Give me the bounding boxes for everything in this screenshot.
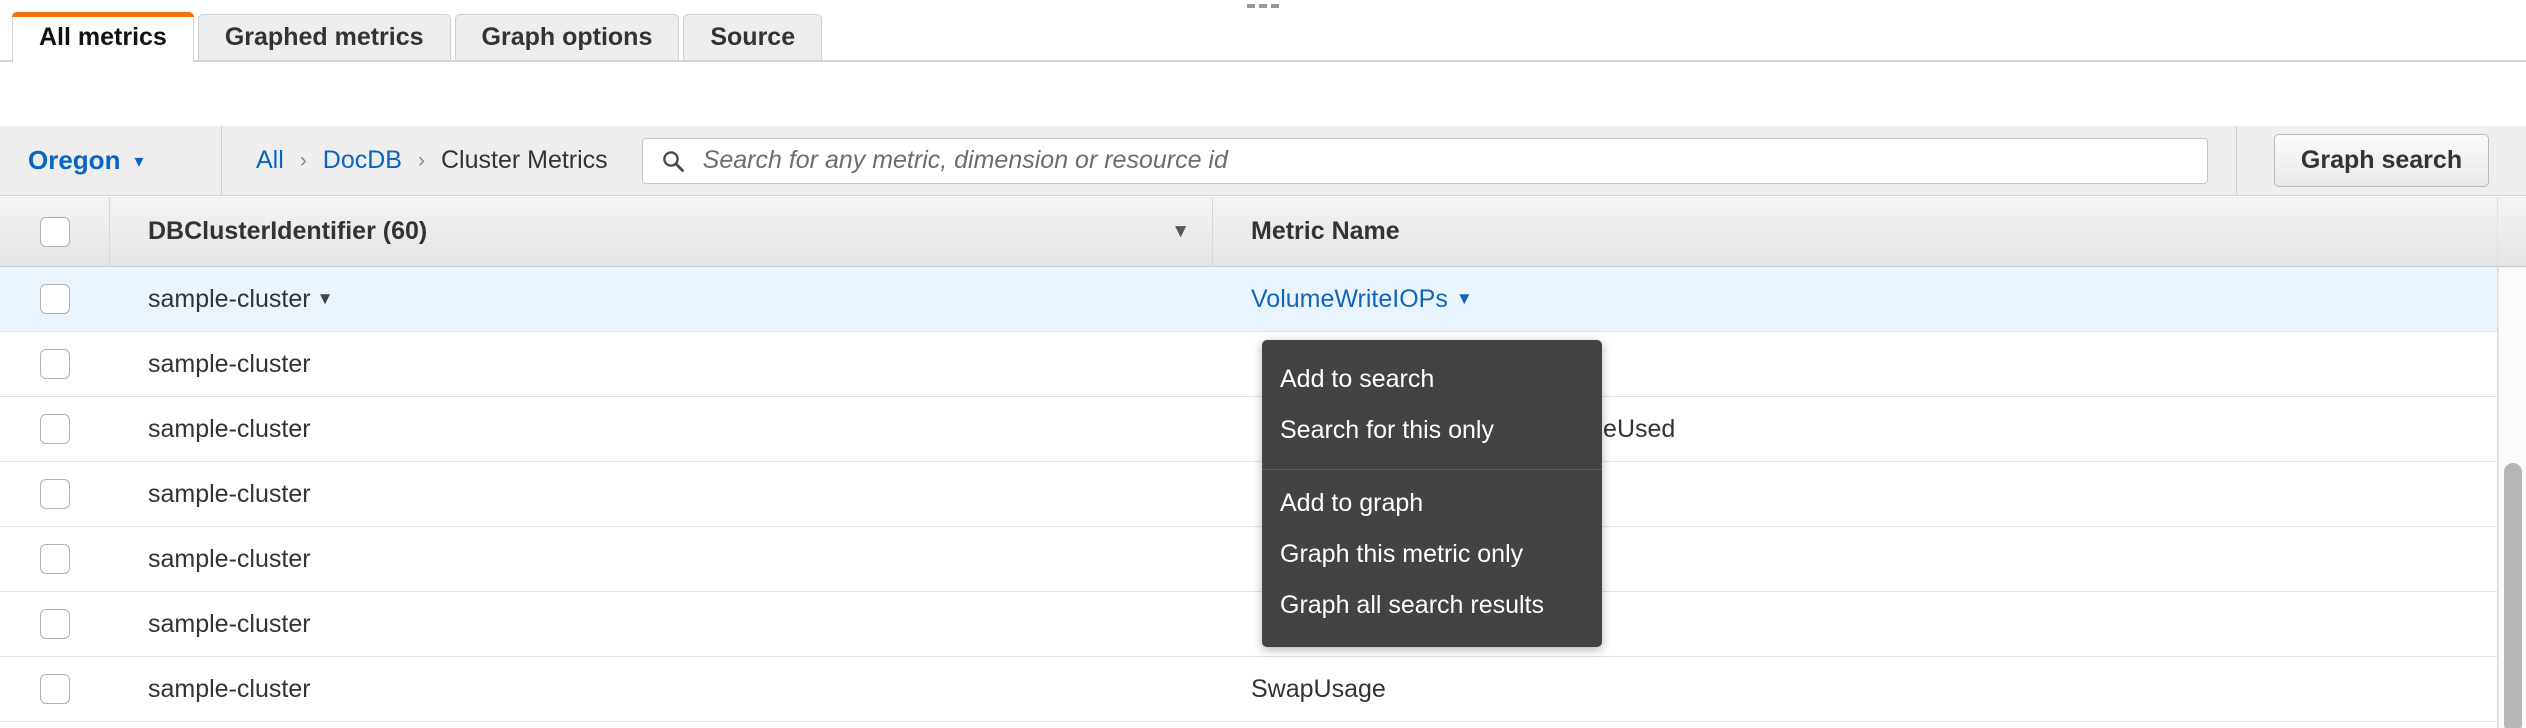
column-header-label: DBClusterIdentifier (60) — [148, 217, 427, 246]
chevron-down-icon[interactable]: ▼ — [1456, 289, 1473, 309]
metric-name[interactable]: SwapUsage — [1251, 675, 1386, 704]
table-header-row: DBClusterIdentifier (60) ▼ Metric Name — [0, 197, 2526, 267]
chevron-down-icon[interactable]: ▼ — [317, 289, 334, 309]
row-select-cell — [0, 657, 110, 721]
row-checkbox[interactable] — [40, 544, 70, 574]
table-row[interactable]: sample-cluster ▼ VolumeWriteIOPs ▼ — [0, 267, 2526, 332]
tab-bar: All metrics Graphed metrics Graph option… — [0, 14, 2526, 62]
vertical-scrollbar[interactable] — [2498, 268, 2526, 728]
dimension-value: sample-cluster — [148, 675, 311, 704]
chevron-down-icon: ▼ — [1171, 221, 1190, 243]
row-checkbox[interactable] — [40, 349, 70, 379]
table-row[interactable]: sample-cluster SwapUsage — [0, 657, 2526, 722]
row-checkbox[interactable] — [40, 284, 70, 314]
row-dimension-cell: sample-cluster — [110, 527, 1213, 591]
row-metric-cell: VolumeWriteIOPs ▼ — [1213, 267, 2526, 331]
resize-grip-handle[interactable] — [1246, 2, 1280, 10]
row-checkbox[interactable] — [40, 674, 70, 704]
metrics-toolbar: Oregon ▾ All › DocDB › Cluster Metrics — [0, 126, 2526, 196]
breadcrumb-item-docdb[interactable]: DocDB — [323, 146, 402, 175]
tab-graphed-metrics[interactable]: Graphed metrics — [198, 14, 451, 60]
search-container — [608, 126, 2236, 195]
dimension-value: sample-cluster — [148, 350, 311, 379]
breadcrumb-item-cluster-metrics: Cluster Metrics — [441, 146, 608, 175]
tab-source[interactable]: Source — [683, 14, 822, 60]
grip-dot-icon — [1271, 4, 1279, 8]
column-header-label: Metric Name — [1251, 217, 1400, 246]
row-select-cell — [0, 267, 110, 331]
graph-search-container: Graph search — [2236, 126, 2526, 195]
cloudwatch-metrics-panel: All metrics Graphed metrics Graph option… — [0, 0, 2526, 728]
dimension-value: sample-cluster — [148, 285, 311, 314]
menu-item-graph-all-search-results[interactable]: Graph all search results — [1262, 580, 1602, 631]
search-input[interactable] — [701, 145, 2147, 176]
column-header-metric-name[interactable]: Metric Name — [1213, 197, 2526, 266]
metric-context-menu: Add to search Search for this only Add t… — [1262, 340, 1602, 647]
dimension-value: sample-cluster — [148, 610, 311, 639]
chevron-down-icon: ▾ — [134, 152, 143, 170]
menu-item-add-to-graph[interactable]: Add to graph — [1262, 478, 1602, 529]
row-select-cell — [0, 397, 110, 461]
select-all-checkbox[interactable] — [40, 217, 70, 247]
column-header-dbclusteridentifier[interactable]: DBClusterIdentifier (60) ▼ — [110, 197, 1213, 266]
row-dimension-cell: sample-cluster ▼ — [110, 267, 1213, 331]
row-checkbox[interactable] — [40, 479, 70, 509]
row-checkbox[interactable] — [40, 609, 70, 639]
grip-dot-icon — [1259, 4, 1267, 8]
row-select-cell — [0, 462, 110, 526]
tab-label: All metrics — [39, 23, 167, 52]
graph-search-button[interactable]: Graph search — [2274, 134, 2489, 187]
dimension-value: sample-cluster — [148, 480, 311, 509]
search-icon — [661, 149, 685, 173]
menu-divider — [1262, 469, 1602, 470]
row-dimension-cell: sample-cluster — [110, 397, 1213, 461]
scrollbar-thumb[interactable] — [2504, 463, 2522, 728]
menu-item-add-to-search[interactable]: Add to search — [1262, 354, 1602, 405]
tab-label: Graph options — [482, 23, 653, 52]
row-select-cell — [0, 332, 110, 396]
row-select-cell — [0, 592, 110, 656]
select-all-cell — [0, 197, 110, 266]
breadcrumb: All › DocDB › Cluster Metrics — [222, 126, 608, 195]
tab-graph-options[interactable]: Graph options — [455, 14, 680, 60]
row-dimension-cell: sample-cluster — [110, 462, 1213, 526]
row-dimension-cell: sample-cluster — [110, 332, 1213, 396]
row-select-cell — [0, 527, 110, 591]
row-checkbox[interactable] — [40, 414, 70, 444]
tab-all-metrics[interactable]: All metrics — [12, 12, 194, 62]
region-label: Oregon — [28, 145, 120, 176]
breadcrumb-separator-icon: › — [300, 149, 307, 173]
metric-name-link[interactable]: VolumeWriteIOPs — [1251, 285, 1448, 314]
tab-label: Graphed metrics — [225, 23, 424, 52]
dimension-value: sample-cluster — [148, 545, 311, 574]
breadcrumb-item-all[interactable]: All — [256, 146, 284, 175]
search-box[interactable] — [642, 138, 2208, 184]
menu-item-search-for-this-only[interactable]: Search for this only — [1262, 405, 1602, 456]
dimension-value: sample-cluster — [148, 415, 311, 444]
region-selector[interactable]: Oregon ▾ — [0, 126, 222, 195]
menu-item-graph-this-metric-only[interactable]: Graph this metric only — [1262, 529, 1602, 580]
row-dimension-cell: sample-cluster — [110, 657, 1213, 721]
tab-label: Source — [710, 23, 795, 52]
breadcrumb-separator-icon: › — [418, 149, 425, 173]
row-dimension-cell: sample-cluster — [110, 592, 1213, 656]
grip-dot-icon — [1247, 4, 1255, 8]
row-metric-cell: SwapUsage — [1213, 657, 2526, 721]
